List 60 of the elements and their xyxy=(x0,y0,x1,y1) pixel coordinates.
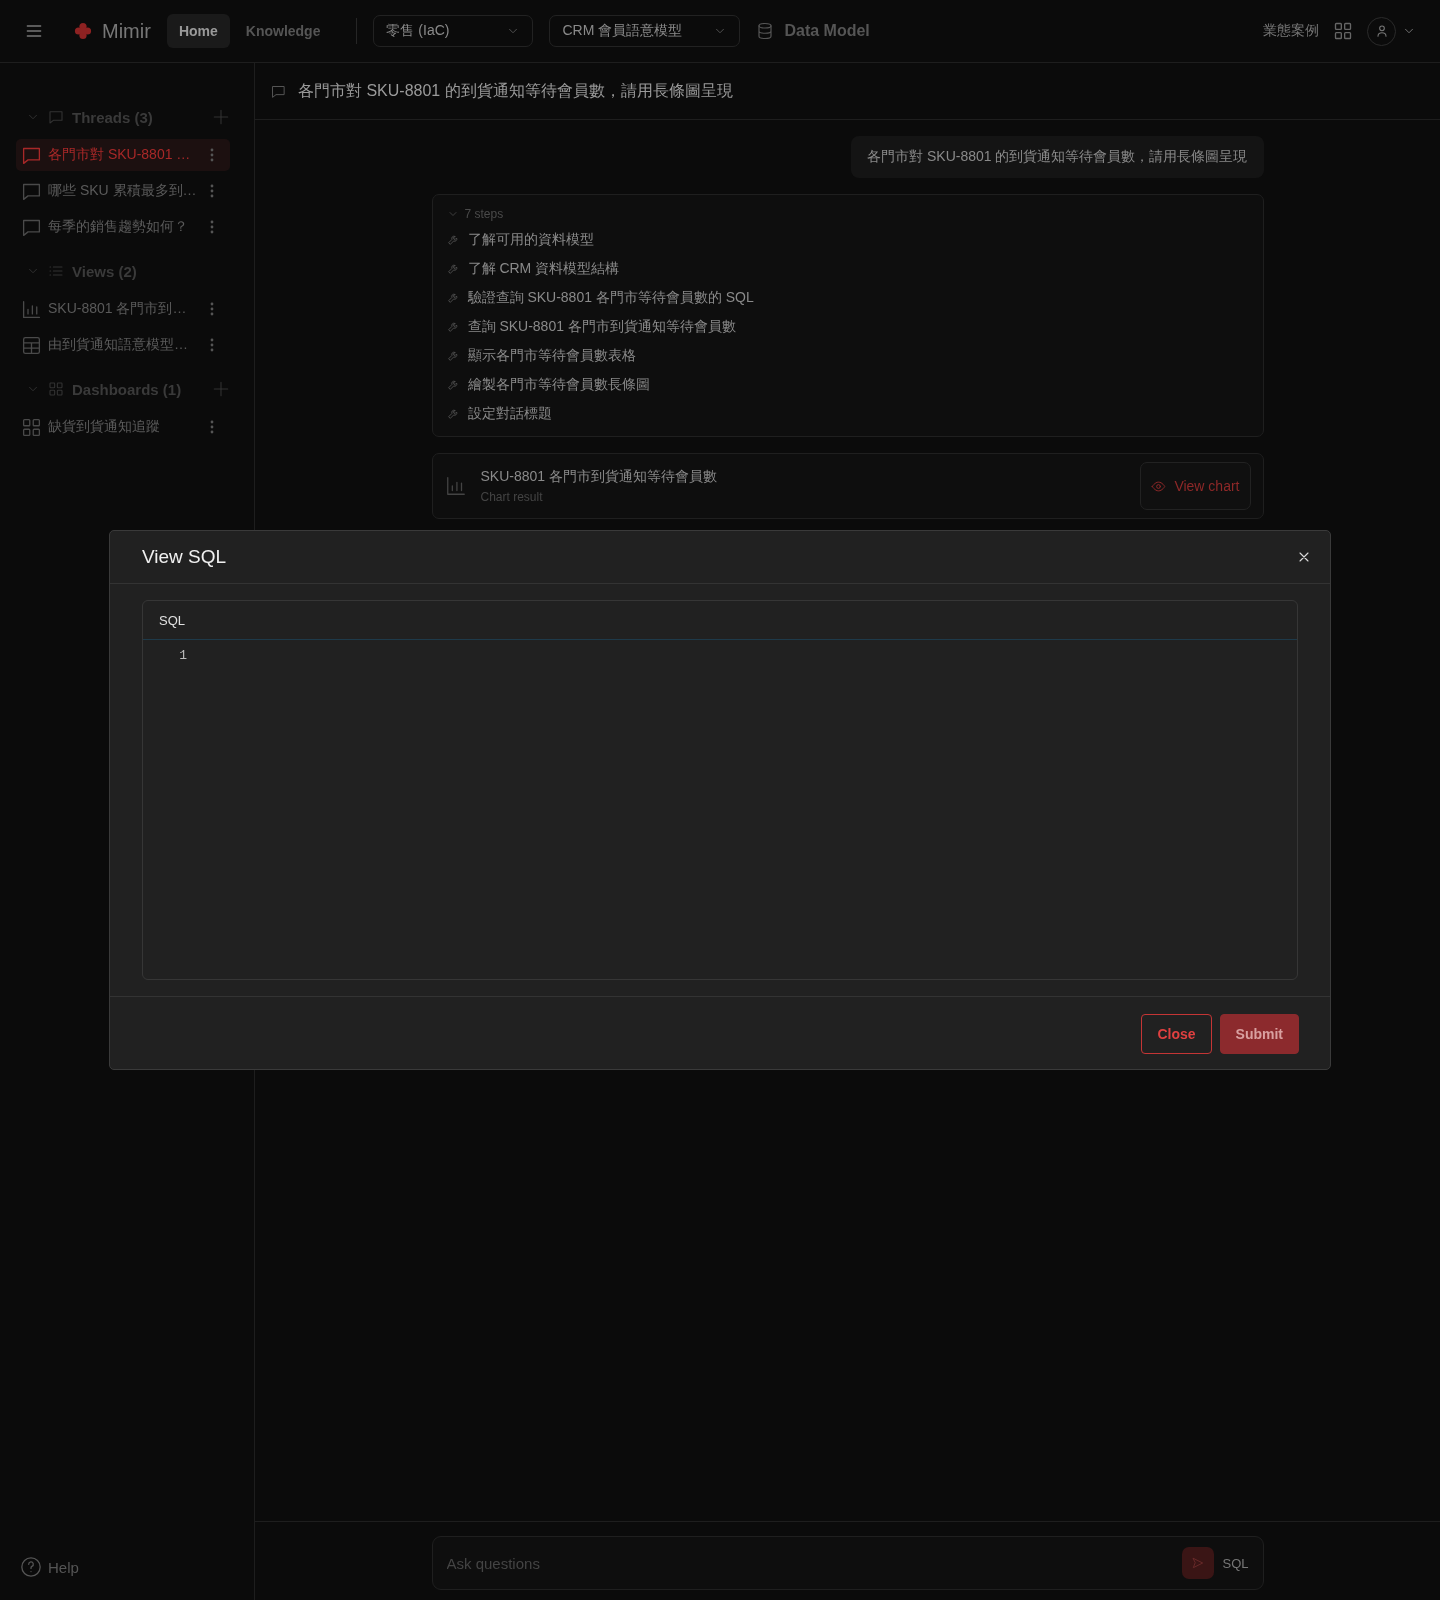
bar-chart-icon xyxy=(21,298,42,320)
bar-chart-icon xyxy=(444,475,467,497)
modal-title: View SQL xyxy=(142,546,227,568)
apps-grid-icon[interactable] xyxy=(1333,21,1353,41)
steps-summary[interactable]: 7 steps xyxy=(464,207,504,221)
view-chart-button[interactable]: View chart xyxy=(1140,462,1251,510)
more-options-icon[interactable] xyxy=(210,220,214,234)
send-button[interactable] xyxy=(1182,1547,1215,1579)
more-options-icon[interactable] xyxy=(210,302,214,316)
database-icon xyxy=(756,22,775,40)
more-options-icon[interactable] xyxy=(210,184,214,198)
logo-icon xyxy=(74,22,92,40)
thread-title: 各門市對 SKU-8801 的到貨通知等待會員數，請用長條圖呈現 xyxy=(298,80,733,101)
close-button[interactable]: Close xyxy=(1141,1013,1212,1054)
step-label: 設定對話標題 xyxy=(467,404,552,423)
cases-link[interactable]: 業態案例 xyxy=(1263,22,1319,40)
more-options-icon[interactable] xyxy=(210,420,214,434)
step-label: 驗證查詢 SKU-8801 各門市等待會員數的 SQL xyxy=(467,288,754,307)
result-title: SKU-8801 各門市到貨通知等待會員數 xyxy=(480,468,717,486)
step-label: 查詢 SKU-8801 各門市到貨通知等待會員數 xyxy=(467,317,736,336)
sidebar-item[interactable]: 哪些 SKU 累積最多到… xyxy=(16,175,230,207)
wrench-icon xyxy=(446,378,460,391)
line-number: 1 xyxy=(178,647,187,665)
wrench-icon xyxy=(446,262,460,275)
sidebar-item[interactable]: 各門市對 SKU-8801 … xyxy=(16,139,230,171)
chat-icon xyxy=(271,83,286,99)
dashboard-icon xyxy=(48,381,64,397)
eye-icon xyxy=(1151,478,1167,494)
wrench-icon xyxy=(446,407,460,420)
editor-tab[interactable]: SQL xyxy=(143,601,1297,640)
nav-tab[interactable]: Knowledge xyxy=(233,14,333,48)
mode-label[interactable]: SQL xyxy=(1222,1555,1249,1571)
code-editor[interactable]: SQL 1 xyxy=(142,600,1298,980)
table-icon xyxy=(21,334,42,356)
dashboard-icon xyxy=(21,416,42,438)
send-icon xyxy=(1191,1556,1206,1570)
help-link[interactable]: Help xyxy=(48,1558,79,1576)
sidebar-item[interactable]: SKU-8801 各門市到… xyxy=(16,293,230,325)
data-model-link[interactable]: Data Model xyxy=(784,22,870,40)
chat-icon xyxy=(48,109,64,125)
wrench-icon xyxy=(446,349,460,362)
dropdown-select[interactable]: CRM 會員語意模型 xyxy=(549,15,741,47)
wrench-icon xyxy=(446,233,460,246)
step-label: 繪製各門市等待會員數長條圖 xyxy=(467,375,650,394)
step-label: 了解可用的資料模型 xyxy=(467,230,594,249)
more-options-icon[interactable] xyxy=(210,338,214,352)
sidebar-item[interactable]: 每季的銷售趨勢如何？ xyxy=(16,211,230,243)
wrench-icon xyxy=(446,320,460,333)
more-options-icon[interactable] xyxy=(210,148,214,162)
help-icon[interactable] xyxy=(20,1556,42,1578)
brand-name: Mimir xyxy=(102,19,151,43)
dropdown-select[interactable]: 零售 (IaC) xyxy=(373,15,534,47)
nav-tab[interactable]: Home xyxy=(166,14,230,48)
step-label: 顯示各門市等待會員數表格 xyxy=(467,346,636,365)
question-bubble: 各門市對 SKU-8801 的到貨通知等待會員數，請用長條圖呈現 xyxy=(851,136,1264,178)
sidebar-item[interactable]: 由到貨通知語意模型… xyxy=(16,329,230,361)
submit-button[interactable]: Submit xyxy=(1219,1013,1299,1054)
sidebar-item[interactable]: 缺貨到貨通知追蹤 xyxy=(16,411,230,443)
wrench-icon xyxy=(446,291,460,304)
step-label: 了解 CRM 資料模型結構 xyxy=(467,259,620,278)
